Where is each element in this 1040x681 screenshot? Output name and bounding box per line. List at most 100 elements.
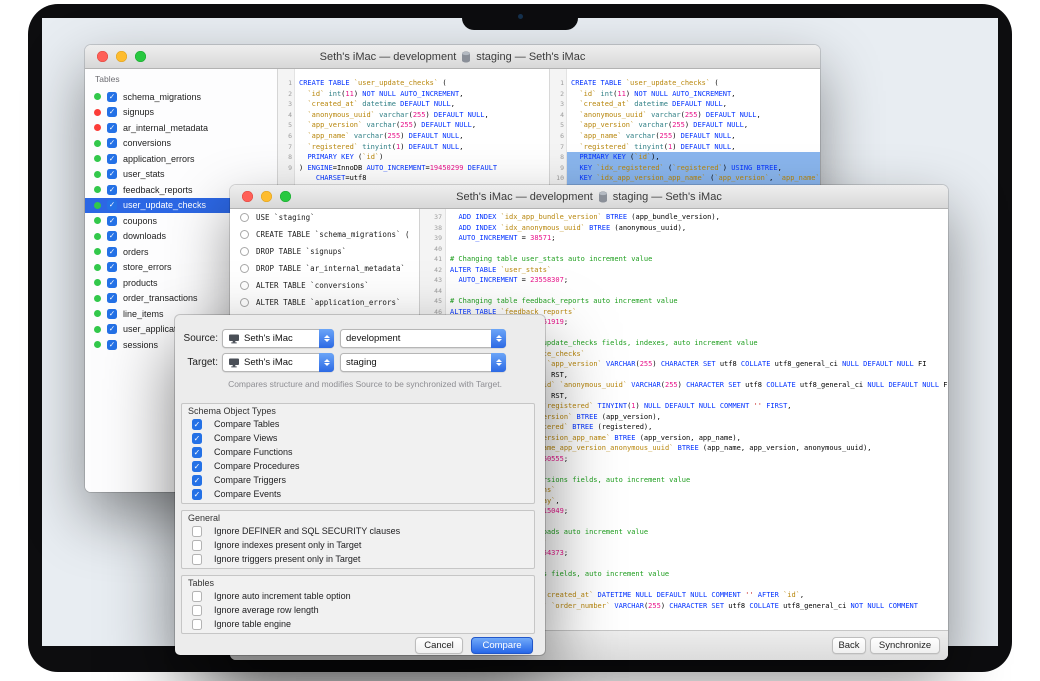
table-checkbox[interactable]: ✓ <box>107 92 117 102</box>
table-row[interactable]: ✓application_errors <box>85 151 277 167</box>
radio-button[interactable] <box>240 281 249 290</box>
table-checkbox[interactable]: ✓ <box>107 309 117 319</box>
checkbox-row[interactable]: ✓Compare Events <box>182 487 534 501</box>
table-checkbox[interactable]: ✓ <box>107 216 117 226</box>
line-number: 40 <box>420 244 446 255</box>
code-line: 2 `id` int(11) NOT NULL AUTO_INCREMENT, <box>550 89 820 100</box>
radio-button[interactable] <box>240 213 249 222</box>
checkbox-label: Ignore triggers present only in Target <box>214 554 360 564</box>
code-text: KEY `idx_registered` (`registered`) USIN… <box>567 163 820 174</box>
code-text: ADD INDEX `idx_anonymous_uuid` BTREE (an… <box>446 223 948 234</box>
table-checkbox[interactable]: ✓ <box>107 324 117 334</box>
checkbox[interactable] <box>192 619 202 630</box>
radio-button[interactable] <box>240 230 249 239</box>
table-checkbox[interactable]: ✓ <box>107 262 117 272</box>
sync-action-row[interactable]: ALTER TABLE `conversions` <box>230 277 419 294</box>
checkbox[interactable]: ✓ <box>192 461 202 472</box>
table-checkbox[interactable]: ✓ <box>107 107 117 117</box>
checkbox[interactable]: ✓ <box>192 489 202 500</box>
desktop: Seth's iMac — development staging — Seth… <box>0 0 1040 681</box>
checkbox[interactable] <box>192 605 202 616</box>
table-row[interactable]: ✓ conversions <box>85 136 277 152</box>
table-row[interactable]: ✓schema_migrations <box>85 89 277 105</box>
table-checkbox[interactable]: ✓ <box>107 247 117 257</box>
titlebar[interactable]: Seth's iMac — development staging — Seth… <box>230 185 948 209</box>
radio-button[interactable] <box>240 247 249 256</box>
sync-action-row[interactable]: ALTER TABLE `application_errors` <box>230 294 419 311</box>
checkbox[interactable] <box>192 554 202 565</box>
table-name: conversions <box>123 138 171 148</box>
checkbox-row[interactable]: ✓Compare Functions <box>182 445 534 459</box>
checkbox[interactable]: ✓ <box>192 419 202 430</box>
status-dot <box>94 326 101 333</box>
code-text: `registered` tinyint(1) DEFAULT NULL, <box>295 142 549 153</box>
table-checkbox[interactable]: ✓ <box>107 293 117 303</box>
code-line: 8 PRIMARY KEY (`id`), <box>550 152 820 163</box>
checkbox-row[interactable]: Ignore indexes present only in Target <box>182 538 534 552</box>
checkbox[interactable]: ✓ <box>192 433 202 444</box>
checkbox-row[interactable]: Ignore DEFINER and SQL SECURITY clauses <box>182 524 534 538</box>
checkbox-row[interactable]: ✓Compare Procedures <box>182 459 534 473</box>
synchronize-button[interactable]: Synchronize <box>870 637 940 654</box>
table-checkbox[interactable]: ✓ <box>107 278 117 288</box>
radio-button[interactable] <box>240 298 249 307</box>
table-checkbox[interactable]: ✓ <box>107 169 117 179</box>
table-checkbox[interactable]: ✓ <box>107 200 117 210</box>
line-number: 5 <box>550 120 567 131</box>
target-host-popup[interactable]: Seth's iMac <box>222 353 334 372</box>
sync-action-row[interactable]: USE `staging` <box>230 209 419 226</box>
code-line: 4 `anonymous_uuid` varchar(255) DEFAULT … <box>550 110 820 121</box>
target-host-value: Seth's iMac <box>244 357 293 368</box>
checkbox-row[interactable]: ✓Compare Views <box>182 431 534 445</box>
table-row[interactable]: ✓signups <box>85 105 277 121</box>
table-checkbox[interactable]: ✓ <box>107 231 117 241</box>
checkbox-row[interactable]: Ignore triggers present only in Target <box>182 552 534 566</box>
line-number: 6 <box>550 131 567 142</box>
titlebar[interactable]: Seth's iMac — development staging — Seth… <box>85 45 820 69</box>
database-icon <box>461 51 471 63</box>
table-name: orders <box>123 247 149 257</box>
close-button[interactable] <box>242 191 253 202</box>
checkbox-row[interactable]: Ignore average row length <box>182 603 534 617</box>
sync-action-row[interactable]: CREATE TABLE `schema_migrations` ( <box>230 226 419 243</box>
checkbox[interactable]: ✓ <box>192 447 202 458</box>
code-text: CREATE TABLE `user_update_checks` ( <box>567 78 820 89</box>
table-row[interactable]: ✓user_stats <box>85 167 277 183</box>
code-line: 44 <box>420 286 948 297</box>
checkbox-row[interactable]: ✓Compare Tables <box>182 417 534 431</box>
checkbox[interactable] <box>192 526 202 537</box>
minimize-button[interactable] <box>261 191 272 202</box>
zoom-button[interactable] <box>135 51 146 62</box>
back-button[interactable]: Back <box>832 637 866 654</box>
code-line: 6 `app_name` varchar(255) DEFAULT NULL, <box>550 131 820 142</box>
sync-action-row[interactable]: DROP TABLE `ar_internal_metadata` <box>230 260 419 277</box>
checkbox[interactable]: ✓ <box>192 475 202 486</box>
line-number: 5 <box>278 120 295 131</box>
target-database-popup[interactable]: staging <box>340 353 506 372</box>
code-line: 3 `created_at` datetime DEFAULT NULL, <box>550 99 820 110</box>
table-checkbox[interactable]: ✓ <box>107 340 117 350</box>
checkbox-row[interactable]: ✓Compare Triggers <box>182 473 534 487</box>
table-row[interactable]: ✓ar_internal_metadata <box>85 120 277 136</box>
zoom-button[interactable] <box>280 191 291 202</box>
checkbox-row[interactable]: Ignore auto increment table option <box>182 589 534 603</box>
code-line: 6 `app_name` varchar(255) DEFAULT NULL, <box>278 131 549 142</box>
source-database-popup[interactable]: development <box>340 329 506 348</box>
code-text: PRIMARY KEY (`id`) <box>295 152 549 163</box>
close-button[interactable] <box>97 51 108 62</box>
compare-button[interactable]: Compare <box>471 637 533 654</box>
radio-button[interactable] <box>240 264 249 273</box>
minimize-button[interactable] <box>116 51 127 62</box>
checkbox-row[interactable]: Ignore table engine <box>182 617 534 631</box>
checkbox[interactable] <box>192 591 202 602</box>
source-host-popup[interactable]: Seth's iMac <box>222 329 334 348</box>
table-checkbox[interactable]: ✓ <box>107 138 117 148</box>
code-line: 42ALTER TABLE `user_stats` <box>420 265 948 276</box>
checkbox[interactable] <box>192 540 202 551</box>
dialog-caption: Compares structure and modifies Source t… <box>215 379 515 389</box>
table-checkbox[interactable]: ✓ <box>107 185 117 195</box>
table-checkbox[interactable]: ✓ <box>107 123 117 133</box>
table-checkbox[interactable]: ✓ <box>107 154 117 164</box>
cancel-button[interactable]: Cancel <box>415 637 463 654</box>
sync-action-row[interactable]: DROP TABLE `signups` <box>230 243 419 260</box>
